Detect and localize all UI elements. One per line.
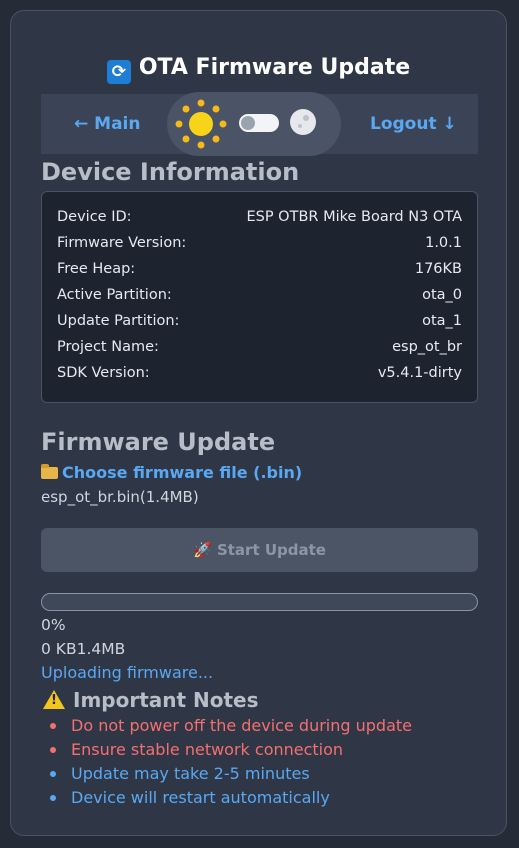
info-label: Firmware Version: — [57, 235, 187, 251]
progress-size: 0 KB1.4MB — [41, 640, 126, 658]
nav-bar: ← Main Logout ↓ — [41, 92, 478, 156]
info-value: ota_1 — [422, 313, 462, 329]
info-row-active-partition: Active Partition: ota_0 — [57, 287, 462, 307]
refresh-icon: ⟳ — [106, 60, 131, 84]
device-info-panel: Device ID: ESP OTBR Mike Board N3 OTA Fi… — [41, 191, 478, 403]
ota-card: ⟳ OTA Firmware Update ← Main Logout ↓ De… — [10, 10, 507, 836]
info-row-update-partition: Update Partition: ota_1 — [57, 313, 462, 333]
device-info-heading: Device Information — [41, 158, 300, 186]
page-title: ⟳ OTA Firmware Update — [11, 55, 506, 84]
info-label: Project Name: — [57, 339, 159, 355]
notes-heading: ! Important Notes — [43, 688, 259, 712]
main-link[interactable]: ← Main — [74, 114, 140, 134]
progress-percent: 0% — [41, 616, 66, 634]
choose-file-button[interactable]: Choose firmware file (.bin) — [41, 463, 302, 482]
theme-switch[interactable] — [239, 114, 279, 132]
info-label: Free Heap: — [57, 261, 136, 277]
rocket-icon: 🚀 — [193, 541, 212, 559]
note-item: Ensure stable network connection — [49, 740, 344, 759]
sun-icon — [175, 99, 227, 149]
notes-heading-text: Important Notes — [73, 688, 259, 712]
upload-status: Uploading firmware... — [41, 663, 214, 682]
info-label: SDK Version: — [57, 365, 150, 381]
info-label: Device ID: — [57, 209, 132, 225]
info-row-device-id: Device ID: ESP OTBR Mike Board N3 OTA — [57, 209, 462, 229]
note-item: Do not power off the device during updat… — [50, 716, 412, 735]
folder-icon — [41, 464, 58, 479]
selected-file-name: esp_ot_br.bin(1.4MB) — [41, 488, 199, 506]
info-row-sdk-version: SDK Version: v5.4.1-dirty — [57, 365, 462, 385]
info-value: 1.0.1 — [425, 235, 462, 251]
info-value: 176KB — [414, 261, 462, 277]
start-update-label: Start Update — [216, 541, 326, 559]
info-row-free-heap: Free Heap: 176KB — [57, 261, 462, 281]
note-item: Device will restart automatically — [50, 788, 330, 807]
start-update-button[interactable]: 🚀 Start Update — [41, 528, 478, 572]
page-title-text: OTA Firmware Update — [138, 55, 411, 80]
theme-toggle[interactable] — [167, 92, 341, 156]
switch-knob — [241, 116, 255, 130]
info-value: ESP OTBR Mike Board N3 OTA — [246, 209, 462, 225]
moon-icon — [290, 109, 316, 135]
info-value: ota_0 — [422, 287, 462, 303]
progress-bar — [41, 593, 478, 611]
info-row-project-name: Project Name: esp_ot_br — [57, 339, 462, 359]
info-label: Update Partition: — [57, 313, 180, 329]
firmware-update-heading: Firmware Update — [41, 428, 276, 456]
info-row-firmware-version: Firmware Version: 1.0.1 — [57, 235, 462, 255]
info-label: Active Partition: — [57, 287, 172, 303]
logout-link[interactable]: Logout ↓ — [370, 114, 457, 134]
choose-file-label: Choose firmware file (.bin) — [62, 463, 303, 482]
info-value: esp_ot_br — [392, 339, 462, 355]
note-item: Update may take 2-5 minutes — [50, 764, 310, 783]
warning-icon: ! — [43, 690, 65, 709]
info-value: v5.4.1-dirty — [377, 365, 462, 381]
